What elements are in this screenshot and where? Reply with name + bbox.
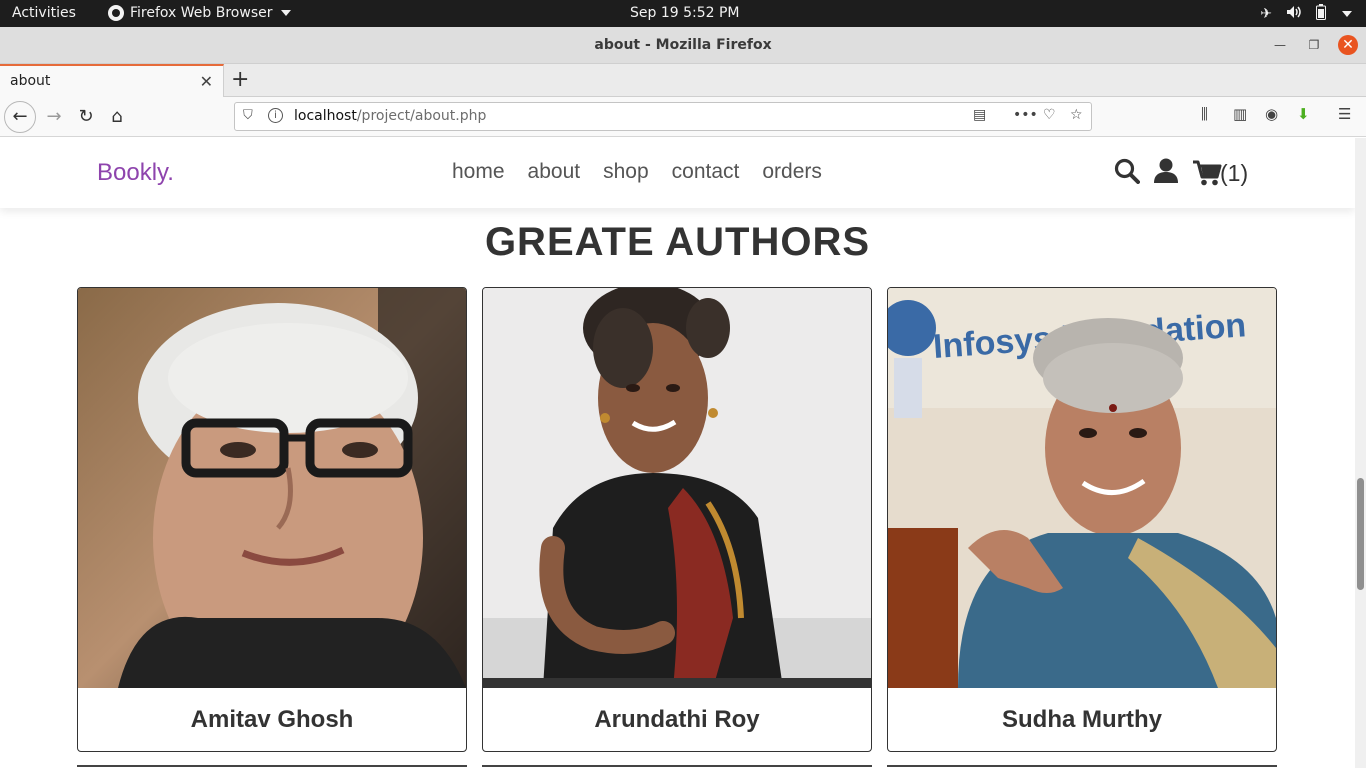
site-nav: home about shop contact orders	[452, 160, 822, 184]
cart-icon	[1193, 160, 1222, 186]
volume-icon	[1286, 5, 1302, 23]
sidebar-icon[interactable]: ▥	[1233, 105, 1247, 123]
author-name: Amitav Ghosh	[190, 705, 354, 733]
reload-button[interactable]: ↻	[72, 103, 100, 131]
author-photo	[78, 288, 466, 688]
system-tray[interactable]: ✈	[1260, 4, 1352, 24]
scrollbar-thumb[interactable]	[1357, 478, 1364, 590]
caret-down-icon	[1342, 11, 1352, 17]
activities-button[interactable]: Activities	[12, 5, 76, 21]
app-menu-label: Firefox Web Browser	[130, 5, 273, 21]
library-icon[interactable]: ⫼	[1201, 105, 1208, 123]
airplane-icon: ✈	[1260, 6, 1272, 22]
back-button[interactable]: ←	[4, 101, 36, 133]
pocket-icon[interactable]: ♡	[1043, 107, 1056, 123]
section-heading: GREATE AUTHORS	[484, 220, 871, 264]
close-tab-icon[interactable]: ✕	[200, 72, 213, 91]
window-title: about - Mozilla Firefox	[594, 37, 772, 53]
new-tab-button[interactable]: +	[231, 67, 249, 92]
maximize-button[interactable]: ❐	[1304, 35, 1324, 55]
search-icon[interactable]	[1114, 158, 1140, 188]
cart-count: (1)	[1220, 159, 1249, 186]
tab-label: about	[10, 73, 51, 89]
download-icon[interactable]: ⬇	[1297, 105, 1310, 123]
url-text[interactable]: localhost/project/about.php	[294, 108, 486, 124]
site-logo[interactable]: Bookly.	[97, 159, 174, 187]
author-name: Sudha Murthy	[1002, 705, 1162, 733]
page-scrollbar[interactable]	[1355, 138, 1366, 768]
author-photo	[483, 288, 871, 688]
firefox-icon	[108, 5, 124, 21]
tracking-shield-icon[interactable]: ⛉	[243, 108, 253, 123]
more-actions-icon[interactable]: •••	[1013, 107, 1038, 123]
author-card[interactable]: Arundathi Roy	[482, 287, 872, 752]
tab-strip: about ✕ +	[0, 64, 1366, 97]
author-card[interactable]: Amitav Ghosh	[77, 287, 467, 752]
nav-home[interactable]: home	[452, 160, 505, 184]
cart-button[interactable]: (1)	[1192, 160, 1248, 187]
page-content: Bookly. home about shop contact orders (…	[0, 138, 1355, 768]
minimize-button[interactable]: —	[1270, 35, 1290, 55]
author-card[interactable]: Infosys Foundation Sudha Murthy	[887, 287, 1277, 752]
home-button[interactable]: ⌂	[103, 103, 131, 131]
app-menu[interactable]: Firefox Web Browser	[108, 5, 291, 21]
browser-toolbar: ← → ↻ ⌂ ⛉ i localhost/project/about.php …	[0, 97, 1366, 137]
nav-orders[interactable]: orders	[762, 160, 822, 184]
caret-down-icon	[280, 10, 291, 16]
battery-icon	[1316, 4, 1326, 24]
nav-shop[interactable]: shop	[603, 160, 649, 184]
os-top-bar: Activities Firefox Web Browser Sep 19 5:…	[0, 0, 1366, 27]
close-window-button[interactable]: ✕	[1338, 35, 1358, 55]
author-photo: Infosys Foundation	[888, 288, 1276, 688]
url-bar[interactable]: ⛉ i localhost/project/about.php ▤ ••• ♡ …	[234, 102, 1092, 131]
header-icons: (1)	[1114, 158, 1248, 188]
nav-contact[interactable]: contact	[672, 160, 740, 184]
window-title-bar: about - Mozilla Firefox — ❐ ✕	[0, 27, 1366, 64]
nav-about[interactable]: about	[528, 160, 581, 184]
forward-button[interactable]: →	[40, 103, 68, 131]
tab-about[interactable]: about ✕	[0, 64, 224, 97]
site-header: Bookly. home about shop contact orders (…	[0, 138, 1355, 208]
site-info-icon[interactable]: i	[268, 108, 283, 123]
bookmark-star-icon[interactable]: ☆	[1070, 107, 1083, 123]
hamburger-menu-icon[interactable]: ☰	[1338, 105, 1351, 123]
reader-view-icon[interactable]: ▤	[973, 107, 986, 123]
account-icon[interactable]: ◉	[1265, 105, 1278, 123]
author-name: Arundathi Roy	[594, 705, 760, 733]
user-icon[interactable]	[1154, 158, 1178, 188]
clock[interactable]: Sep 19 5:52 PM	[630, 5, 740, 21]
